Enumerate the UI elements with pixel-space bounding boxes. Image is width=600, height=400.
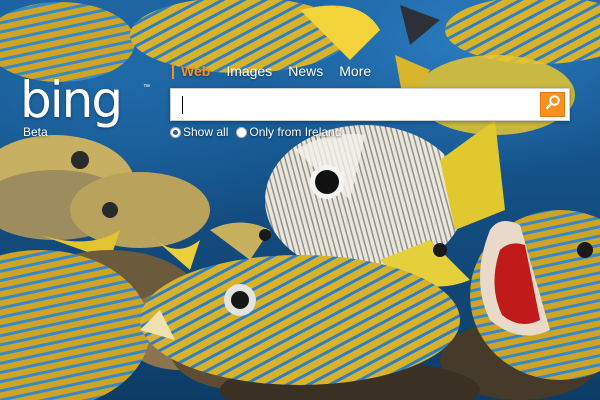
fish-left [0,135,210,270]
scope-active-indicator [172,63,174,79]
scope-tab-images[interactable]: Images [226,63,272,79]
search-input[interactable] [175,92,535,117]
radio-label-show-all: Show all [183,125,229,139]
scope-tab-news[interactable]: News [288,63,323,79]
background-photo [0,0,600,400]
search-button[interactable] [540,92,565,117]
text-caret [182,96,183,114]
radio-button-only-from-ireland[interactable] [236,126,248,138]
scope-nav: Web Images News More [172,62,387,80]
beta-label: Beta [23,125,48,139]
scope-tab-web[interactable]: Web [181,63,210,79]
radio-label-only-from-ireland: Only from Ireland [249,125,342,139]
logo-trademark: ™ [143,84,150,91]
radio-show-all[interactable]: Show all [170,125,228,139]
search-box [170,88,570,121]
search-icon [545,94,561,115]
logo-wordmark: bing [20,71,123,129]
radio-button-show-all[interactable] [170,126,181,138]
scope-tab-more[interactable]: More [339,63,371,79]
search-scope-filters: Show all Only from Ireland [170,124,349,140]
radio-only-from-ireland[interactable]: Only from Ireland [236,125,341,139]
reef-fish-illustration [0,0,600,400]
